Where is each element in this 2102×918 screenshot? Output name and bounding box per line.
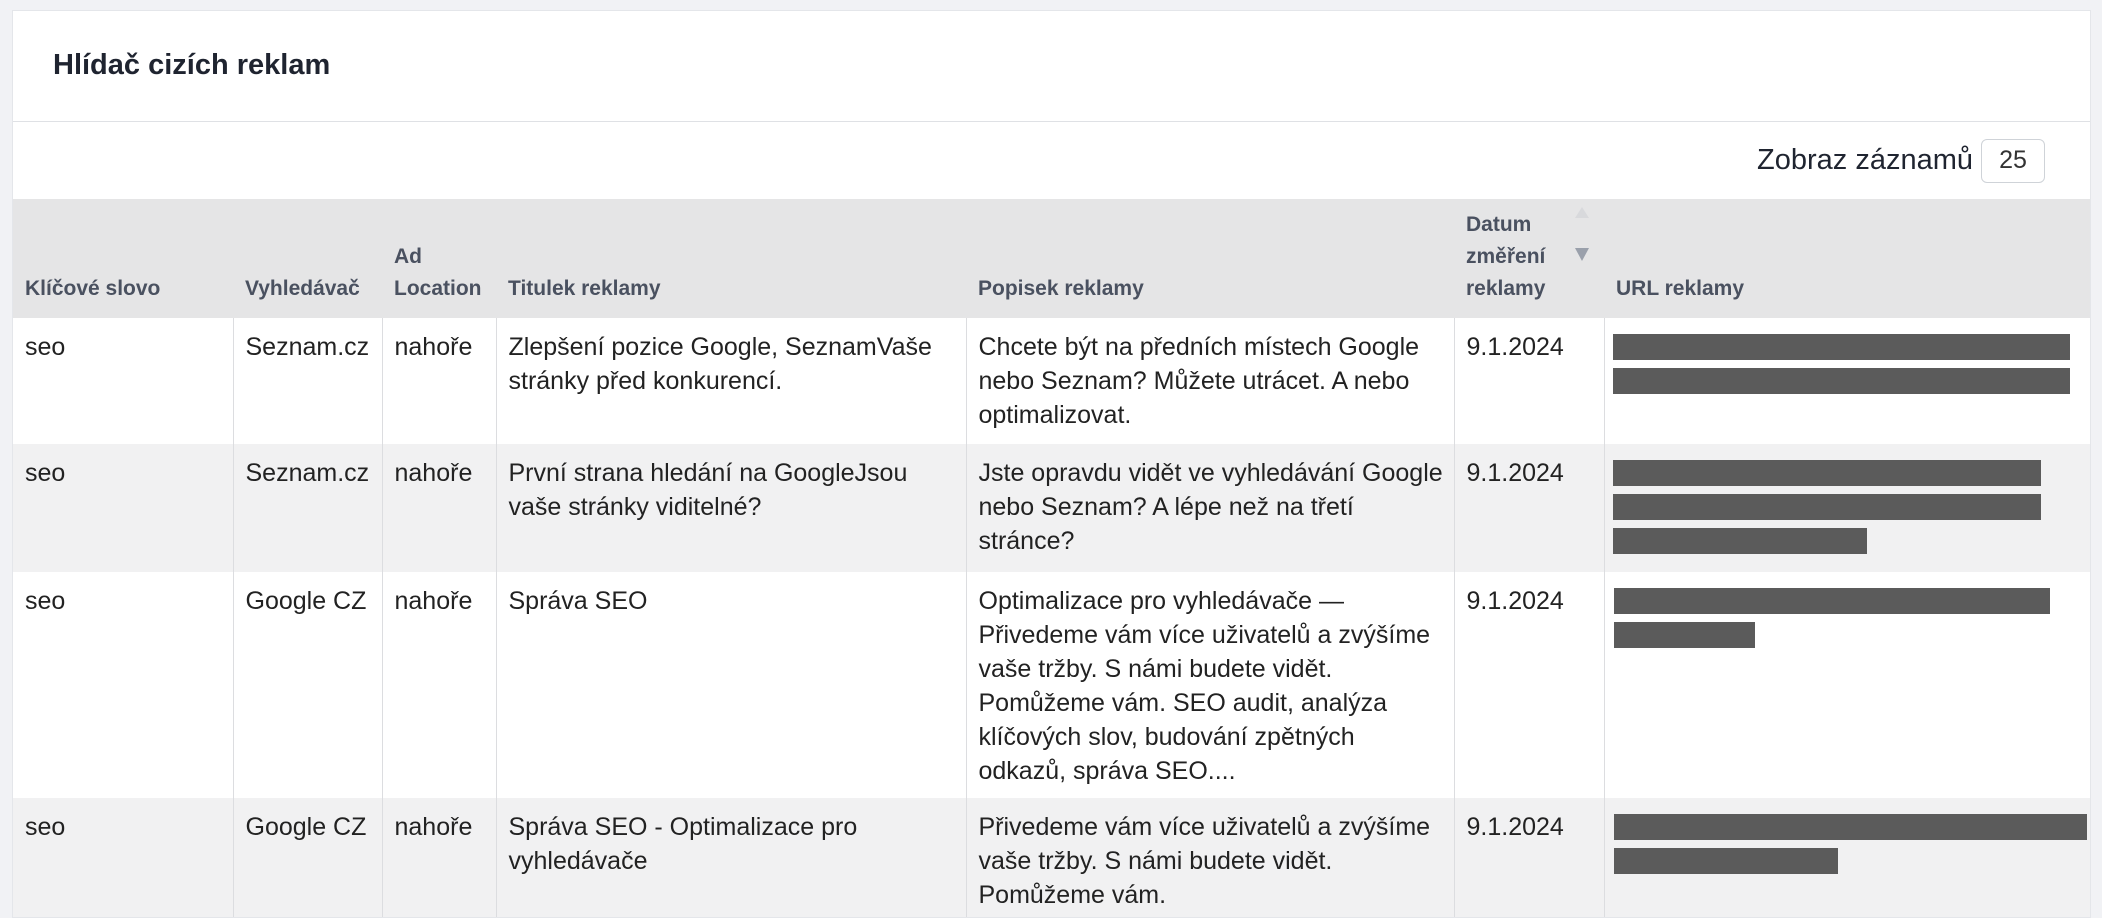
cell-location: nahoře — [382, 444, 497, 572]
cell-description: Jste opravdu vidět ve vyhledávání Google… — [966, 444, 1455, 572]
redacted-url-block — [1612, 494, 2041, 520]
redacted-url-block — [1612, 368, 2070, 394]
cell-url — [1604, 444, 2090, 572]
cell-description: Chcete být na předních místech Google ne… — [966, 318, 1455, 444]
cell-title: Správa SEO — [496, 572, 967, 798]
table-header-row: Klíčové slovo Vyhledávač Ad Location Tit… — [13, 199, 2090, 318]
page-title: Hlídač cizích reklam — [53, 48, 331, 81]
cell-keyword: seo — [13, 318, 234, 444]
redacted-url-block — [1612, 528, 1867, 554]
cell-keyword: seo — [13, 572, 234, 798]
cell-title: První strana hledání na GoogleJsou vaše … — [496, 444, 967, 572]
cell-location: nahoře — [382, 572, 497, 798]
page-length-select[interactable]: 25 — [1981, 138, 2045, 183]
table-row: seo Google CZ nahoře Správa SEO Optimali… — [13, 572, 2090, 798]
cell-description: Přivedeme vám více uživatelů a zvýšíme v… — [966, 798, 1455, 917]
column-header-keyword[interactable]: Klíčové slovo — [13, 199, 233, 318]
cell-title: Správa SEO - Optimalizace pro vyhledávač… — [496, 798, 967, 917]
cell-keyword: seo — [13, 444, 234, 572]
redacted-url-block — [1613, 622, 1755, 648]
column-header-ad-title[interactable]: Titulek reklamy — [496, 199, 966, 318]
table-row: seo Seznam.cz nahoře První strana hledán… — [13, 444, 2090, 572]
redacted-url-block — [1613, 588, 2050, 614]
column-header-date-label: Datum změření reklamy — [1466, 213, 1546, 300]
cell-engine: Seznam.cz — [233, 318, 383, 444]
column-header-engine[interactable]: Vyhledávač — [233, 199, 382, 318]
ads-table: Klíčové slovo Vyhledávač Ad Location Tit… — [13, 199, 2090, 917]
cell-url — [1604, 572, 2090, 798]
cell-url — [1604, 318, 2090, 444]
cell-keyword: seo — [13, 798, 234, 917]
column-header-date[interactable]: Datum změření reklamy — [1454, 199, 1604, 318]
cell-date: 9.1.2024 — [1454, 444, 1605, 572]
redacted-url-block — [1612, 460, 2041, 486]
cell-location: nahoře — [382, 798, 497, 917]
card-header: Hlídač cizích reklam — [13, 11, 2090, 122]
cell-location: nahoře — [382, 318, 497, 444]
page-length-label: Zobraz záznamů — [1757, 144, 1973, 176]
column-header-ad-url[interactable]: URL reklamy — [1604, 199, 2090, 318]
sort-icon — [1572, 207, 1592, 261]
cell-date: 9.1.2024 — [1454, 572, 1605, 798]
column-header-ad-description[interactable]: Popisek reklamy — [966, 199, 1454, 318]
table-row: seo Google CZ nahoře Správa SEO - Optima… — [13, 798, 2090, 917]
cell-title: Zlepšení pozice Google, SeznamVaše strán… — [496, 318, 967, 444]
cell-engine: Google CZ — [233, 798, 383, 917]
cell-engine: Seznam.cz — [233, 444, 383, 572]
redacted-url-block — [1613, 814, 2087, 840]
table-row: seo Seznam.cz nahoře Zlepšení pozice Goo… — [13, 318, 2090, 444]
cell-engine: Google CZ — [233, 572, 383, 798]
redacted-url-block — [1612, 334, 2070, 360]
cell-date: 9.1.2024 — [1454, 318, 1605, 444]
ads-monitor-card: Hlídač cizích reklam Zobraz záznamů 25 K… — [12, 10, 2091, 918]
cell-description: Optimalizace pro vyhledávače — Přivedeme… — [966, 572, 1455, 798]
sort-descending-icon — [1575, 248, 1589, 261]
cell-date: 9.1.2024 — [1454, 798, 1605, 917]
redacted-url-block — [1613, 848, 1838, 874]
sort-ascending-icon — [1575, 207, 1589, 218]
cell-url — [1604, 798, 2090, 917]
column-header-ad-location[interactable]: Ad Location — [382, 199, 496, 318]
table-toolbar: Zobraz záznamů 25 — [13, 122, 2090, 199]
